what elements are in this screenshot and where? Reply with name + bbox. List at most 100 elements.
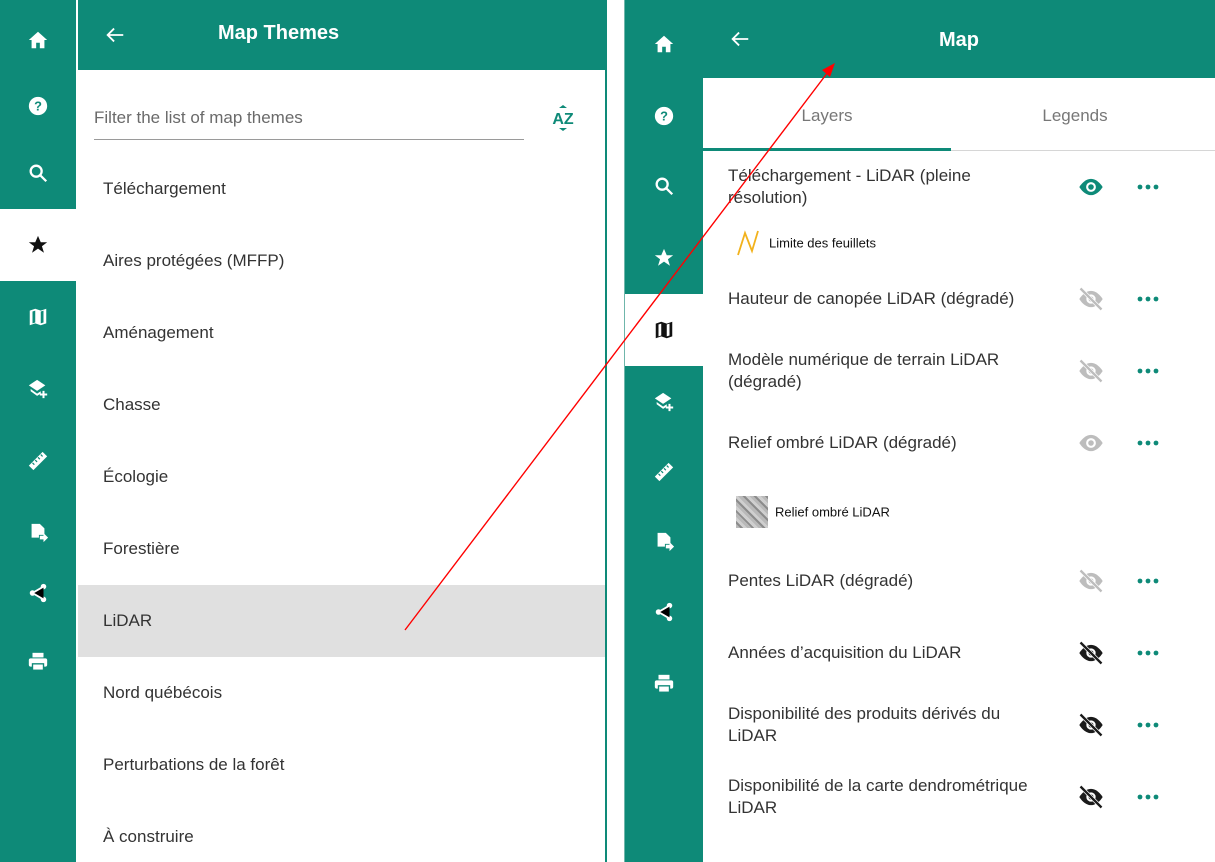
list-item[interactable]: Nord québécois <box>78 657 605 729</box>
share-icon <box>655 602 673 622</box>
rail-search[interactable] <box>0 137 76 209</box>
left-nav-rail: ? <box>0 0 76 862</box>
layer-name: Pentes LiDAR (dégradé) <box>728 571 914 590</box>
rail-add-layer[interactable] <box>0 353 76 425</box>
svg-text:?: ? <box>660 109 668 124</box>
list-item[interactable]: Aires protégées (MFFP) <box>78 225 605 297</box>
list-item[interactable]: Chasse <box>78 369 605 441</box>
print-icon <box>654 674 674 693</box>
theme-filter <box>94 95 524 140</box>
more-options-icon[interactable] <box>1135 576 1161 586</box>
help-icon: ? <box>654 106 674 126</box>
tab-legends[interactable]: Legends <box>951 78 1199 151</box>
list-item[interactable]: Aménagement <box>78 297 605 369</box>
rail-search[interactable] <box>625 150 703 222</box>
layer-name: Années d’acquisition du LiDAR <box>728 643 962 662</box>
rail-print[interactable] <box>0 626 76 698</box>
map-themes-panel: ? Map Themes AZ <box>0 0 607 862</box>
rail-measure[interactable] <box>625 436 703 508</box>
share-icon <box>29 583 47 603</box>
list-item[interactable]: À construire <box>78 801 605 862</box>
list-item[interactable]: Forestière <box>78 513 605 585</box>
ruler-icon <box>28 451 48 471</box>
eye-off-icon[interactable] <box>1077 783 1105 811</box>
rail-map[interactable] <box>625 294 703 366</box>
rail-measure[interactable] <box>0 425 76 497</box>
layer-name: Relief ombré LiDAR (dégradé) <box>728 433 957 452</box>
layer-name: Modèle numérique de terrain LiDAR (dégra… <box>728 350 1000 391</box>
home-icon <box>654 35 674 53</box>
line-symbol-icon <box>737 230 759 256</box>
export-icon <box>31 523 49 543</box>
rail-share[interactable] <box>0 557 76 629</box>
rail-export[interactable] <box>625 506 703 578</box>
svg-text:AZ: AZ <box>552 111 574 128</box>
theme-list: Téléchargement Aires protégées (MFFP) Am… <box>78 153 605 862</box>
more-options-icon[interactable] <box>1135 720 1161 730</box>
hillshade-swatch <box>736 496 768 528</box>
layer-row: Pentes LiDAR (dégradé) <box>703 545 1215 617</box>
layer-row: Hauteur de canopée LiDAR (dégradé) <box>703 263 1215 335</box>
legend-label: Relief ombré LiDAR <box>775 504 890 520</box>
layer-row: Modèle numérique de terrain LiDAR (dégra… <box>703 335 1215 407</box>
map-themes-header: Map Themes <box>78 0 605 70</box>
right-nav-rail: ? <box>625 0 703 862</box>
list-item-selected[interactable]: LiDAR <box>78 585 605 657</box>
more-options-icon[interactable] <box>1135 792 1161 802</box>
layer-row: Années d’acquisition du LiDAR <box>703 617 1215 689</box>
rail-share[interactable] <box>625 576 703 648</box>
rail-map[interactable] <box>0 281 76 353</box>
help-icon: ? <box>28 96 48 116</box>
map-header: Map <box>703 0 1215 78</box>
tab-layers[interactable]: Layers <box>703 78 951 151</box>
print-icon <box>28 652 48 671</box>
rail-add-layer[interactable] <box>625 366 703 438</box>
eye-off-icon[interactable] <box>1077 285 1105 313</box>
eye-off-icon[interactable] <box>1077 711 1105 739</box>
list-item[interactable]: Écologie <box>78 441 605 513</box>
list-item[interactable]: Téléchargement <box>78 153 605 225</box>
layer-name: Téléchargement - LiDAR (pleine résolutio… <box>728 166 971 207</box>
layer-name: Hauteur de canopée LiDAR (dégradé) <box>728 289 1015 308</box>
ruler-icon <box>654 462 674 482</box>
back-arrow-icon[interactable] <box>104 24 126 46</box>
legend-label: Limite des feuillets <box>769 235 876 251</box>
sort-az-icon[interactable]: AZ <box>548 103 578 133</box>
eye-icon[interactable] <box>1077 173 1105 201</box>
search-icon <box>655 177 674 196</box>
layer-legend: Relief ombré LiDAR <box>703 479 1215 545</box>
eye-off-icon[interactable] <box>1077 639 1105 667</box>
page-title: Map Themes <box>218 22 340 44</box>
more-options-icon[interactable] <box>1135 182 1161 192</box>
layer-name: Disponibilité de la carte dendrométrique… <box>728 776 1028 817</box>
layer-name: Disponibilité des produits dérivés du Li… <box>728 704 1001 745</box>
rail-help[interactable]: ? <box>0 70 76 142</box>
star-icon <box>654 248 674 266</box>
rail-home[interactable] <box>0 4 76 76</box>
list-item[interactable]: Perturbations de la forêt <box>78 729 605 801</box>
export-icon <box>657 532 675 552</box>
eye-off-icon[interactable] <box>1077 357 1105 385</box>
more-options-icon[interactable] <box>1135 294 1161 304</box>
more-options-icon[interactable] <box>1135 438 1161 448</box>
map-layers-panel: ? Map Layers Legends Téléchargement - Li… <box>624 0 1215 862</box>
home-icon <box>28 31 48 49</box>
more-options-icon[interactable] <box>1135 648 1161 658</box>
map-icon <box>29 308 47 326</box>
layer-row: Disponibilité de la carte dendrométrique… <box>703 761 1215 833</box>
theme-filter-input[interactable] <box>94 95 524 135</box>
eye-off-icon[interactable] <box>1077 567 1105 595</box>
eye-icon[interactable] <box>1077 429 1105 457</box>
layer-list: Téléchargement - LiDAR (pleine résolutio… <box>703 151 1215 833</box>
layer-row: Téléchargement - LiDAR (pleine résolutio… <box>703 151 1215 223</box>
rail-print[interactable] <box>625 648 703 720</box>
layer-legend: Limite des feuillets <box>703 223 1215 263</box>
rail-home[interactable] <box>625 8 703 80</box>
search-icon <box>29 164 48 183</box>
rail-favorites[interactable] <box>625 222 703 294</box>
map-icon <box>655 321 673 339</box>
rail-favorites[interactable] <box>0 209 76 281</box>
map-tabs: Layers Legends <box>703 78 1215 151</box>
more-options-icon[interactable] <box>1135 366 1161 376</box>
rail-help[interactable]: ? <box>625 80 703 152</box>
